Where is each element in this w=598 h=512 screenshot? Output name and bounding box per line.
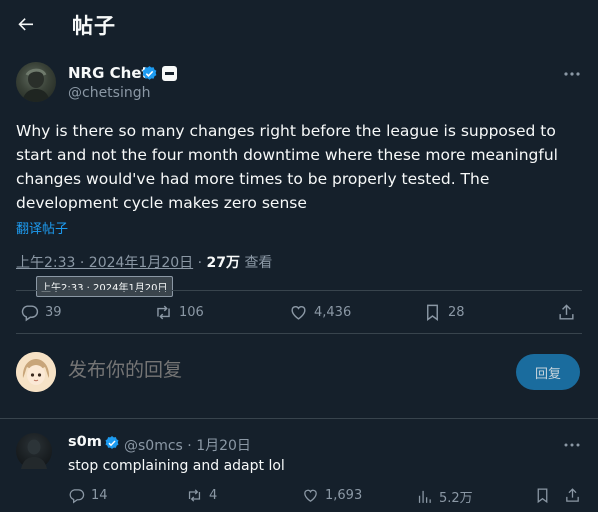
verified-badge-icon: [104, 435, 120, 451]
views-label: 查看: [244, 255, 273, 271]
more-options-icon[interactable]: [562, 438, 582, 452]
bookmark-count: 28: [448, 305, 465, 320]
repost-icon: [186, 487, 203, 504]
back-arrow-icon[interactable]: [14, 12, 38, 36]
views-count[interactable]: 27万: [207, 255, 240, 271]
views-action[interactable]: 5.2万: [416, 487, 473, 506]
reply-count: 39: [45, 305, 62, 320]
verified-badge-icon: [141, 65, 158, 82]
reply-author-meta: @s0mcs · 1月20日: [124, 438, 251, 454]
repost-action[interactable]: 106: [154, 303, 204, 322]
bookmark-icon: [423, 303, 442, 322]
bookmark-action[interactable]: [534, 487, 551, 504]
tweet-timestamp[interactable]: 上午2:33 · 2024年1月20日: [16, 255, 193, 271]
repost-action[interactable]: 4: [186, 487, 217, 504]
affiliation-badge-icon[interactable]: [162, 66, 177, 81]
reply-author-name[interactable]: s0m: [68, 434, 102, 450]
author-avatar[interactable]: [16, 62, 56, 102]
divider: [16, 333, 582, 334]
reply-author-handle[interactable]: @s0mcs: [124, 438, 183, 454]
views-count: 5.2万: [439, 491, 473, 506]
bookmark-icon: [534, 487, 551, 504]
divider: [16, 290, 582, 291]
timestamp-tooltip: 上午2:33 · 2024年1月20日: [36, 276, 173, 297]
like-count: 1,693: [325, 488, 363, 503]
translate-post-link[interactable]: 翻译帖子: [16, 218, 68, 237]
share-action[interactable]: [557, 303, 576, 322]
repost-count: 4: [209, 488, 218, 503]
heart-icon: [289, 303, 308, 322]
more-options-icon[interactable]: [562, 66, 582, 82]
tweet-meta: 上午2:33 · 2024年1月20日 · 27万 查看: [16, 255, 273, 271]
reply-input[interactable]: [68, 360, 468, 382]
divider: [0, 418, 598, 419]
reply-date[interactable]: 1月20日: [196, 438, 251, 454]
reply-icon: [20, 303, 39, 322]
reply-text: stop complaining and adapt lol: [68, 458, 285, 474]
reply-action[interactable]: 14: [68, 487, 108, 504]
share-action[interactable]: [564, 487, 581, 504]
author-handle[interactable]: @chetsingh: [68, 85, 151, 101]
share-icon: [557, 303, 576, 322]
reply-button[interactable]: 回复: [516, 354, 580, 390]
like-action[interactable]: 4,436: [289, 303, 351, 322]
share-icon: [564, 487, 581, 504]
like-action[interactable]: 1,693: [302, 487, 362, 504]
analytics-icon: [416, 488, 433, 505]
author-name[interactable]: NRG Chet: [68, 64, 149, 82]
like-count: 4,436: [314, 305, 352, 320]
bookmark-action[interactable]: 28: [423, 303, 465, 322]
reply-author-avatar[interactable]: [16, 433, 52, 469]
reply-count: 14: [91, 488, 108, 503]
tweet-text: Why is there so many changes right befor…: [16, 122, 558, 212]
page-title: 帖子: [72, 14, 116, 38]
reply-action[interactable]: 39: [20, 303, 62, 322]
repost-icon: [154, 303, 173, 322]
user-avatar[interactable]: [16, 352, 56, 392]
repost-count: 106: [179, 305, 204, 320]
reply-icon: [68, 487, 85, 504]
heart-icon: [302, 487, 319, 504]
